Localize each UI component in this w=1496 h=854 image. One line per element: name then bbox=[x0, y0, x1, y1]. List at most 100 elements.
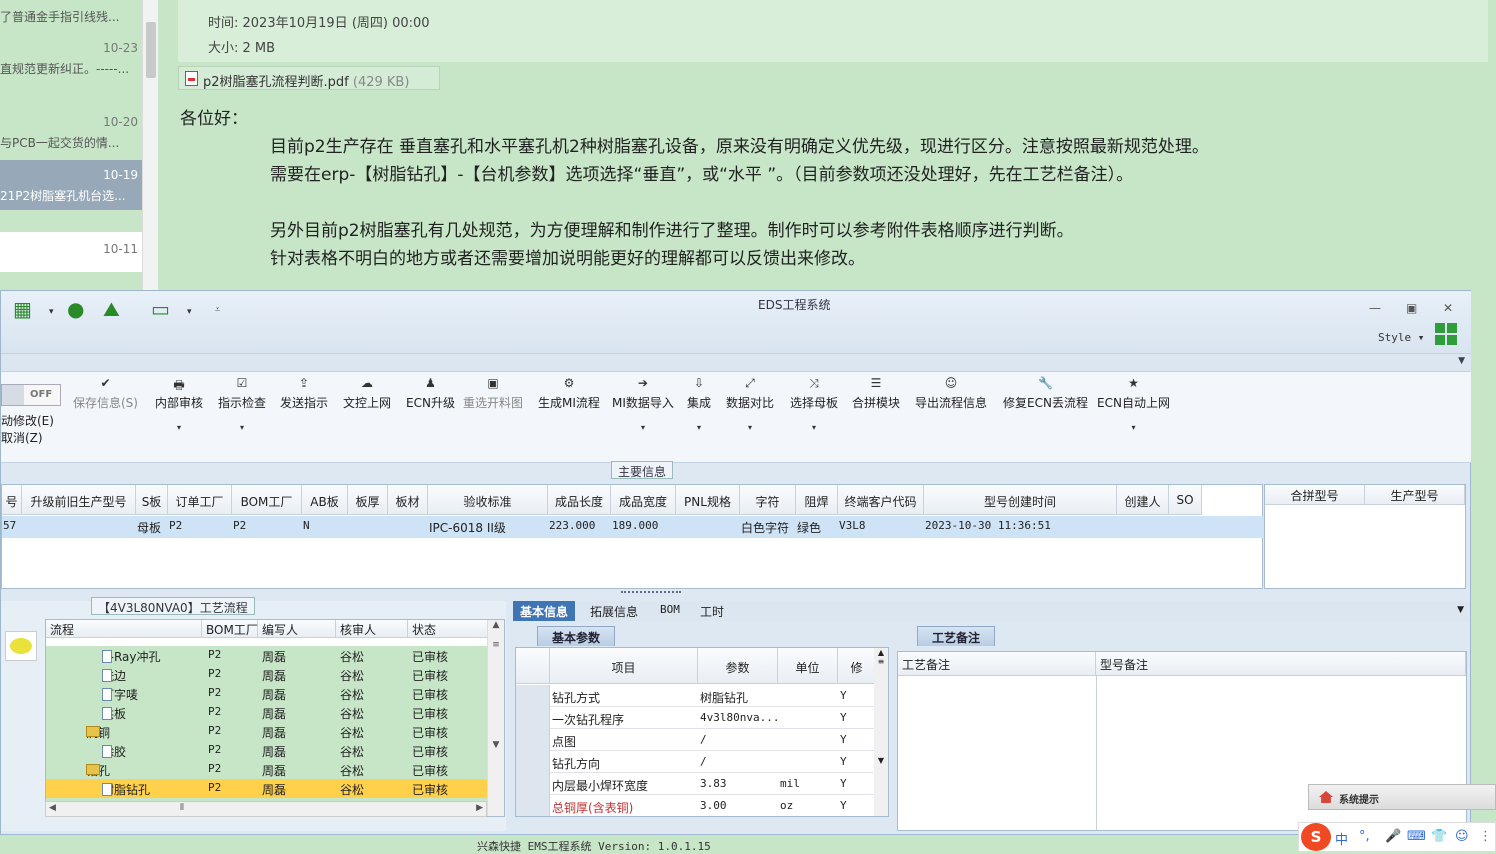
column-header[interactable]: 字符 bbox=[740, 485, 796, 515]
chevron-down-icon[interactable]: ▼ bbox=[1457, 605, 1464, 615]
table-row[interactable]: 钻孔 P2 周磊 谷松 已审核 bbox=[46, 760, 488, 779]
column-header[interactable]: 成品宽度 bbox=[611, 485, 676, 515]
table-row[interactable]: 点图 / Y bbox=[516, 729, 876, 751]
emoji-icon[interactable]: ☺ bbox=[1455, 829, 1469, 844]
mail-list-scrollbar[interactable] bbox=[142, 0, 158, 292]
attachment[interactable]: p2树脂塞孔流程判断.pdf (429 KB) bbox=[178, 66, 440, 90]
sogou-logo-icon[interactable]: S bbox=[1301, 823, 1331, 851]
ime-item[interactable]: 中 bbox=[1335, 829, 1348, 848]
column-header[interactable]: BOM工厂 bbox=[232, 485, 302, 515]
ribbon-button[interactable]: ✔ 保存信息(S) bbox=[73, 376, 138, 411]
table-row[interactable]: 树脂钻孔 P2 周磊 谷松 已审核 bbox=[46, 779, 488, 798]
column-header[interactable]: 流程 bbox=[46, 620, 202, 638]
mail-list-item[interactable]: 了普通金手指引线残... bbox=[0, 0, 142, 30]
column-header[interactable]: 项目 bbox=[550, 648, 698, 684]
table-row[interactable]: 一次钻孔程序 4v3l80nva... Y bbox=[516, 707, 876, 729]
column-header[interactable]: 生产型号 bbox=[1365, 485, 1465, 505]
column-header[interactable]: 订单工厂 bbox=[168, 485, 232, 515]
ribbon-button[interactable]: ☺ 导出流程信息 bbox=[915, 376, 987, 411]
splitter-handle[interactable] bbox=[621, 591, 681, 595]
ribbon-toggle-strip[interactable]: ▼ bbox=[1, 353, 1471, 371]
column-header[interactable]: 参数 bbox=[698, 648, 778, 684]
customize-icon[interactable]: ⩡ bbox=[215, 305, 220, 315]
style-menu[interactable]: Style ▾ bbox=[1378, 331, 1424, 344]
column-header[interactable]: 编写人 bbox=[258, 620, 336, 638]
column-header[interactable]: 升级前旧生产型号 bbox=[22, 485, 136, 515]
column-header[interactable]: 型号备注 bbox=[1096, 652, 1466, 676]
chevron-down-icon[interactable]: ▼ bbox=[1458, 356, 1465, 366]
more-icon[interactable]: ⋮ bbox=[1479, 829, 1492, 844]
param-value[interactable]: 树脂钻孔 bbox=[700, 689, 748, 706]
chevron-down-icon[interactable]: ▾ bbox=[790, 423, 838, 432]
column-header[interactable]: 状态 bbox=[408, 620, 488, 638]
column-header[interactable]: 工艺备注 bbox=[898, 652, 1096, 676]
table-row[interactable]: 总铜厚(含表铜) 3.00 oz Y bbox=[516, 795, 876, 816]
chart-icon[interactable]: ⛰ bbox=[103, 297, 120, 321]
column-header[interactable]: 修 bbox=[838, 648, 876, 684]
side-label[interactable]: 动修改(E) bbox=[1, 412, 54, 429]
column-header[interactable]: 板厚 bbox=[348, 485, 388, 515]
chevron-down-icon[interactable]: ▾ bbox=[612, 423, 674, 432]
system-tip[interactable]: 系统提示 bbox=[1308, 784, 1496, 810]
table-row[interactable]: 除胶 P2 周磊 谷松 已审核 bbox=[46, 741, 488, 760]
grid-icon[interactable]: ▦ bbox=[13, 297, 32, 321]
table-row[interactable]: 57 母板 P2 P2 N IPC-6018 II级 223.000 189.000 白色字符绿… bbox=[2, 516, 1264, 538]
chevron-down-icon[interactable]: ▾ bbox=[726, 423, 774, 432]
mail-list-item[interactable]: 10-11 bbox=[0, 232, 142, 272]
monitor-icon[interactable]: ▭ bbox=[151, 297, 170, 321]
ribbon-button[interactable]: ⤢ 数据对比 ▾ bbox=[726, 376, 774, 432]
chevron-down-icon[interactable]: ▾ bbox=[218, 423, 266, 432]
column-header[interactable]: 合拼型号 bbox=[1265, 485, 1365, 505]
column-header[interactable]: PNL规格 bbox=[676, 485, 740, 515]
tab-basic-info[interactable]: 基本信息 bbox=[513, 601, 576, 621]
param-value[interactable]: 4v3l80nva... bbox=[700, 711, 779, 724]
column-header[interactable]: 终端客户代码 bbox=[838, 485, 924, 515]
column-header[interactable]: 创建人 bbox=[1117, 485, 1169, 515]
ribbon-button[interactable]: ♟ ECN升级 bbox=[406, 376, 455, 411]
chevron-down-icon[interactable]: ▾ bbox=[687, 423, 711, 432]
column-header[interactable]: 单位 bbox=[778, 648, 838, 684]
maximize-icon[interactable]: ▣ bbox=[1406, 301, 1417, 315]
ribbon-button[interactable]: ➔ MI数据导入 ▾ bbox=[612, 376, 674, 432]
user-icon[interactable]: ● bbox=[67, 297, 84, 321]
column-header[interactable]: 验收标准 bbox=[428, 485, 548, 515]
horizontal-scrollbar[interactable]: ◀ ⦀ ▶ bbox=[45, 801, 487, 817]
ribbon-button[interactable]: ⇪ 发送指示 bbox=[280, 376, 328, 411]
column-header[interactable]: SO bbox=[1169, 485, 1202, 515]
table-row[interactable]: 烘板 P2 周磊 谷松 已审核 bbox=[46, 703, 488, 722]
ribbon-button[interactable]: ⇩ 集成 ▾ bbox=[687, 376, 711, 432]
chevron-down-icon[interactable]: ▾ bbox=[49, 307, 54, 317]
column-header[interactable]: BOM工厂 bbox=[202, 620, 258, 638]
param-value[interactable]: / bbox=[700, 733, 707, 746]
column-header[interactable]: 核审人 bbox=[336, 620, 408, 638]
ribbon-button[interactable]: ☁ 文控上网 bbox=[343, 376, 391, 411]
off-toggle[interactable]: OFF bbox=[1, 384, 61, 406]
ribbon-button[interactable]: 🖶 内部审核 ▾ bbox=[155, 376, 203, 432]
param-value[interactable]: 3.83 bbox=[700, 777, 727, 790]
microphone-icon[interactable]: 🎤 bbox=[1385, 829, 1401, 844]
param-value[interactable]: / bbox=[700, 755, 707, 768]
chevron-down-icon[interactable]: ▾ bbox=[1097, 423, 1170, 432]
mail-list-item[interactable]: 10-20 与PCB一起交货的情... bbox=[0, 112, 142, 156]
table-row[interactable]: 钻孔方式 树脂钻孔 Y bbox=[516, 685, 876, 707]
column-header[interactable]: 板材 bbox=[388, 485, 428, 515]
column-header[interactable]: 成品长度 bbox=[548, 485, 611, 515]
ime-item[interactable]: °, bbox=[1359, 829, 1370, 844]
table-row[interactable]: 内层最小焊环宽度 3.83 mil Y bbox=[516, 773, 876, 795]
ribbon-button[interactable]: ▣ 重选开料图 bbox=[463, 376, 523, 411]
tab-process-notes[interactable]: 工艺备注 bbox=[917, 626, 996, 646]
tab-basic-params[interactable]: 基本参数 bbox=[537, 626, 616, 646]
scroll-thumb[interactable] bbox=[146, 22, 156, 78]
ribbon-button[interactable]: ★ ECN自动上网 ▾ bbox=[1097, 376, 1170, 432]
chevron-down-icon[interactable]: ▾ bbox=[155, 423, 203, 432]
chat-bubble-icon[interactable] bbox=[5, 631, 37, 661]
skin-icon[interactable]: 👕 bbox=[1431, 829, 1447, 844]
table-row[interactable]: X-Ray冲孔 P2 周磊 谷松 已审核 bbox=[46, 646, 488, 665]
minimize-icon[interactable]: — bbox=[1369, 301, 1381, 315]
table-row[interactable]: 铣边 P2 周磊 谷松 已审核 bbox=[46, 665, 488, 684]
param-value[interactable]: 3.00 bbox=[700, 799, 727, 812]
chevron-down-icon[interactable]: ▾ bbox=[187, 307, 192, 317]
vertical-scrollbar[interactable]: ▲ ≡ ▼ bbox=[487, 620, 504, 816]
column-header[interactable]: S板 bbox=[136, 485, 168, 515]
close-icon[interactable]: ✕ bbox=[1443, 301, 1453, 315]
